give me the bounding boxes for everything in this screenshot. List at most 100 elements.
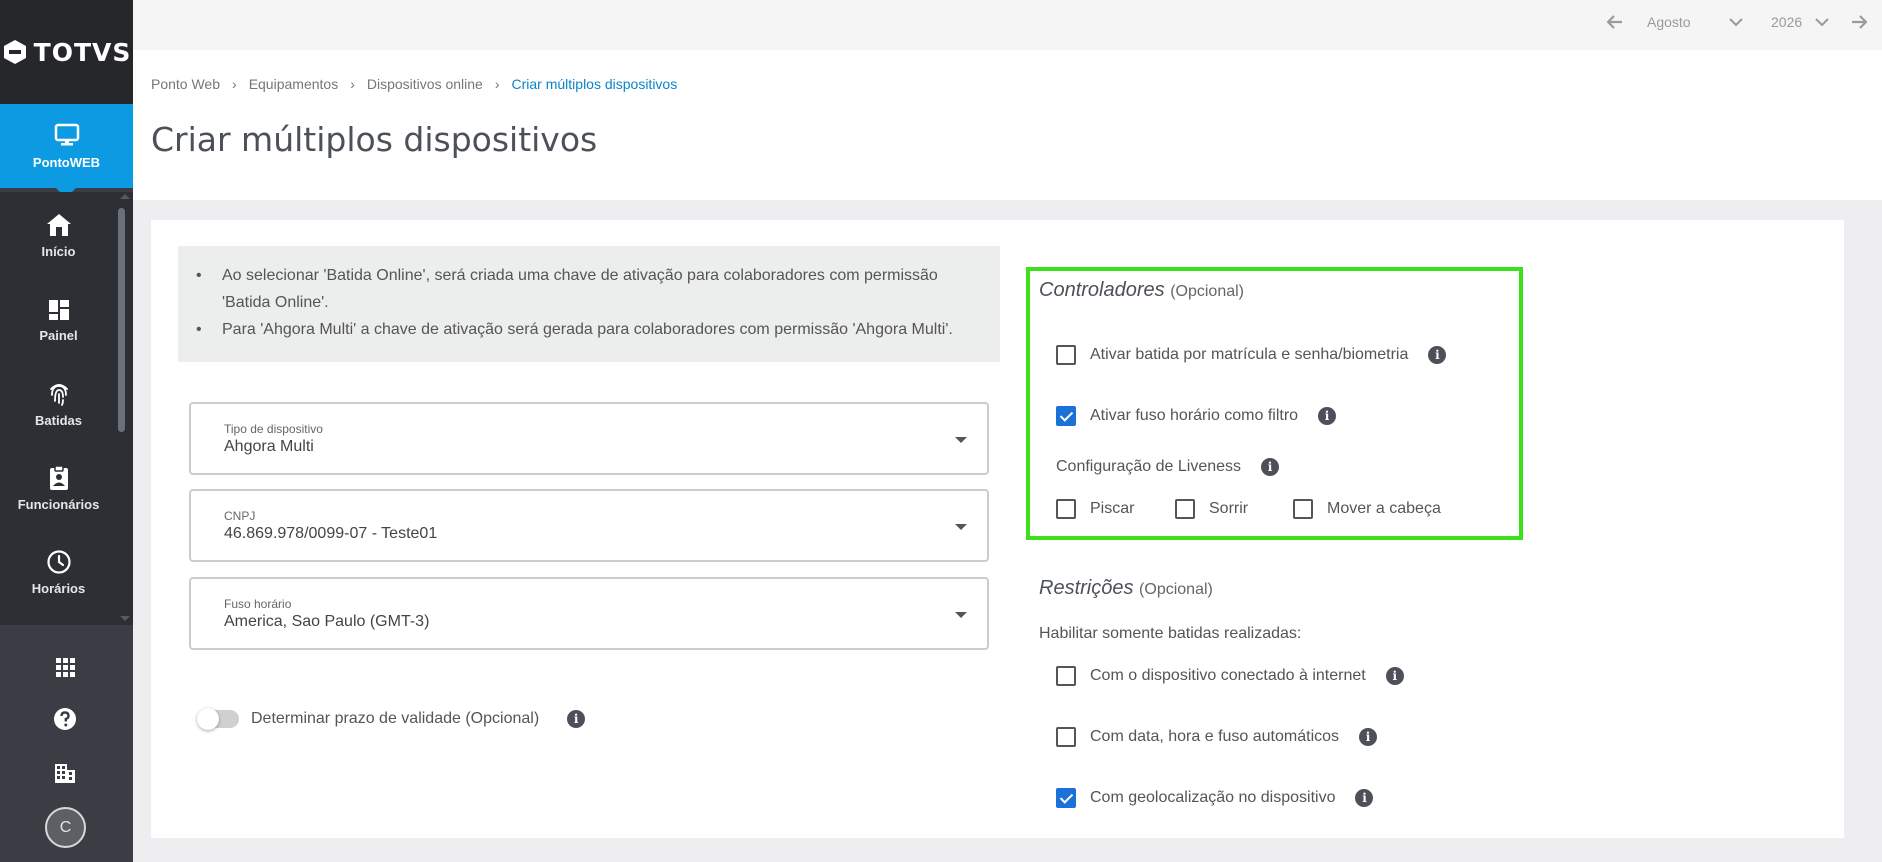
top-bar: Agosto 2026 xyxy=(133,0,1882,50)
ativar-batida-checkbox[interactable] xyxy=(1056,345,1076,365)
dropdown-arrow-icon xyxy=(955,524,967,530)
breadcrumb-separator: › xyxy=(350,76,355,92)
info-item: Para 'Ahgora Multi' a chave de ativação … xyxy=(196,316,980,343)
ativar-fuso-checkbox[interactable] xyxy=(1056,406,1076,426)
validade-label: Determinar prazo de validade (Opcional) xyxy=(251,710,540,727)
home-icon xyxy=(46,213,71,236)
fingerprint-icon xyxy=(49,383,68,406)
breadcrumb-separator: › xyxy=(494,76,500,92)
sidebar-item-batidas[interactable]: Batidas xyxy=(0,362,117,446)
ativar-batida-row: Ativar batida por matrícula e senha/biom… xyxy=(1056,345,1447,365)
info-icon[interactable]: i xyxy=(1385,667,1404,685)
checkbox-label: Ativar fuso horário como filtro xyxy=(1090,407,1299,424)
sidebar-item-label: Painel xyxy=(39,327,78,343)
sorrir-checkbox[interactable] xyxy=(1175,499,1195,519)
breadcrumb-ponto-web[interactable]: Ponto Web xyxy=(151,76,220,92)
totvs-logo-icon xyxy=(3,40,26,64)
page-title: Criar múltiplos dispositivos xyxy=(151,120,598,159)
avatar[interactable]: C xyxy=(45,807,86,848)
arrow-right-icon[interactable] xyxy=(1851,15,1867,29)
breadcrumb: Ponto Web › Equipamentos › Dispositivos … xyxy=(151,76,677,92)
info-icon[interactable]: i xyxy=(567,710,586,728)
field-value: Ahgora Multi xyxy=(224,438,314,455)
sorrir-row: Sorrir xyxy=(1175,499,1248,519)
liveness-label: Configuração de Liveness xyxy=(1056,458,1242,475)
data-hora-checkbox[interactable] xyxy=(1056,727,1076,747)
chevron-down-icon[interactable] xyxy=(1729,17,1743,27)
piscar-checkbox[interactable] xyxy=(1056,499,1076,519)
validade-row: Determinar prazo de validade (Opcional) … xyxy=(197,708,586,730)
field-label: Tipo de dispositivo xyxy=(224,422,323,436)
checkbox-label: Mover a cabeça xyxy=(1327,500,1441,517)
geolocalizacao-row: Com geolocalização no dispositivo i xyxy=(1056,788,1374,808)
sidebar-scrollbar[interactable] xyxy=(117,192,133,625)
optional-tag: (Opcional) xyxy=(1139,581,1213,598)
totvs-logo[interactable]: TOTVS xyxy=(0,0,133,104)
restricoes-subtitle: Habilitar somente batidas realizadas: xyxy=(1039,625,1301,643)
app-pontoweb[interactable]: PontoWEB xyxy=(0,104,133,198)
geolocalizacao-checkbox[interactable] xyxy=(1056,788,1076,808)
scroll-up-arrow[interactable] xyxy=(120,194,130,199)
badge-icon xyxy=(49,464,68,490)
field-label: CNPJ xyxy=(224,509,256,523)
cnpj-select[interactable]: CNPJ 46.869.978/0099-07 - Teste01 xyxy=(189,489,989,562)
logo-text: TOTVS xyxy=(33,37,132,67)
sidebar-nav: Início Painel Batidas Funcionários Horár… xyxy=(0,192,117,625)
sidebar-item-label: Batidas xyxy=(35,412,82,428)
validade-toggle[interactable] xyxy=(197,708,239,730)
apps-grid-icon[interactable] xyxy=(53,655,77,679)
breadcrumb-dispositivos-online[interactable]: Dispositivos online xyxy=(367,76,483,92)
sidebar-item-funcionarios[interactable]: Funcionários xyxy=(0,446,117,530)
breadcrumb-equipamentos[interactable]: Equipamentos xyxy=(249,76,339,92)
tipo-dispositivo-select[interactable]: Tipo de dispositivo Ahgora Multi xyxy=(189,402,989,475)
internet-checkbox[interactable] xyxy=(1056,666,1076,686)
info-box: Ao selecionar 'Batida Online', será cria… xyxy=(178,246,1000,362)
app-label: PontoWEB xyxy=(32,154,101,170)
ativar-fuso-row: Ativar fuso horário como filtro i xyxy=(1056,406,1337,426)
info-icon[interactable]: i xyxy=(1359,728,1378,746)
checkbox-label: Com data, hora e fuso automáticos xyxy=(1090,728,1340,745)
checkbox-label: Com geolocalização no dispositivo xyxy=(1090,789,1336,806)
sidebar-item-inicio[interactable]: Início xyxy=(0,192,117,278)
field-label: Fuso horário xyxy=(224,597,292,611)
scroll-thumb[interactable] xyxy=(118,208,125,432)
building-icon[interactable] xyxy=(53,761,77,785)
controladores-title: Controladores (Opcional) xyxy=(1039,279,1244,302)
internet-row: Com o dispositivo conectado à internet i xyxy=(1056,666,1404,686)
sidebar-item-label: Horários xyxy=(31,580,86,596)
liveness-row: Configuração de Liveness i xyxy=(1056,458,1280,476)
sidebar-item-painel[interactable]: Painel xyxy=(0,278,117,362)
monitor-icon xyxy=(54,123,79,145)
mover-cabeca-row: Mover a cabeça xyxy=(1293,499,1441,519)
chevron-down-icon[interactable] xyxy=(1815,17,1829,27)
data-hora-row: Com data, hora e fuso automáticos i xyxy=(1056,727,1378,747)
field-value: 46.869.978/0099-07 - Teste01 xyxy=(224,525,438,542)
form-card: Ao selecionar 'Batida Online', será cria… xyxy=(151,220,1844,838)
clock-icon xyxy=(46,549,71,574)
arrow-left-icon[interactable] xyxy=(1607,15,1623,29)
month-select[interactable]: Agosto xyxy=(1647,14,1691,30)
sidebar-bottom: C xyxy=(0,625,133,862)
info-icon[interactable]: i xyxy=(1428,346,1447,364)
info-icon[interactable]: i xyxy=(1355,789,1374,807)
info-item: Ao selecionar 'Batida Online', será cria… xyxy=(196,262,980,316)
checkbox-label: Sorrir xyxy=(1209,500,1249,517)
sidebar-item-label: Início xyxy=(41,243,76,259)
page-header: Ponto Web › Equipamentos › Dispositivos … xyxy=(133,50,1882,200)
dropdown-arrow-icon xyxy=(955,612,967,618)
help-icon[interactable] xyxy=(53,707,77,731)
fuso-horario-select[interactable]: Fuso horário America, Sao Paulo (GMT-3) xyxy=(189,577,989,650)
scroll-down-arrow[interactable] xyxy=(120,616,130,621)
year-select[interactable]: 2026 xyxy=(1771,14,1802,30)
restricoes-title: Restrições (Opcional) xyxy=(1039,577,1213,600)
sidebar: TOTVS PontoWEB Início Painel Batidas Fun… xyxy=(0,0,133,862)
dashboard-icon xyxy=(48,299,69,320)
section-title-text: Controladores xyxy=(1039,279,1165,301)
sidebar-item-horarios[interactable]: Horários xyxy=(0,530,117,614)
field-value: America, Sao Paulo (GMT-3) xyxy=(224,613,430,630)
info-icon[interactable]: i xyxy=(1318,407,1337,425)
mover-cabeca-checkbox[interactable] xyxy=(1293,499,1313,519)
checkbox-label: Ativar batida por matrícula e senha/biom… xyxy=(1090,346,1409,363)
info-icon[interactable]: i xyxy=(1261,458,1280,476)
section-title-text: Restrições xyxy=(1039,577,1134,599)
